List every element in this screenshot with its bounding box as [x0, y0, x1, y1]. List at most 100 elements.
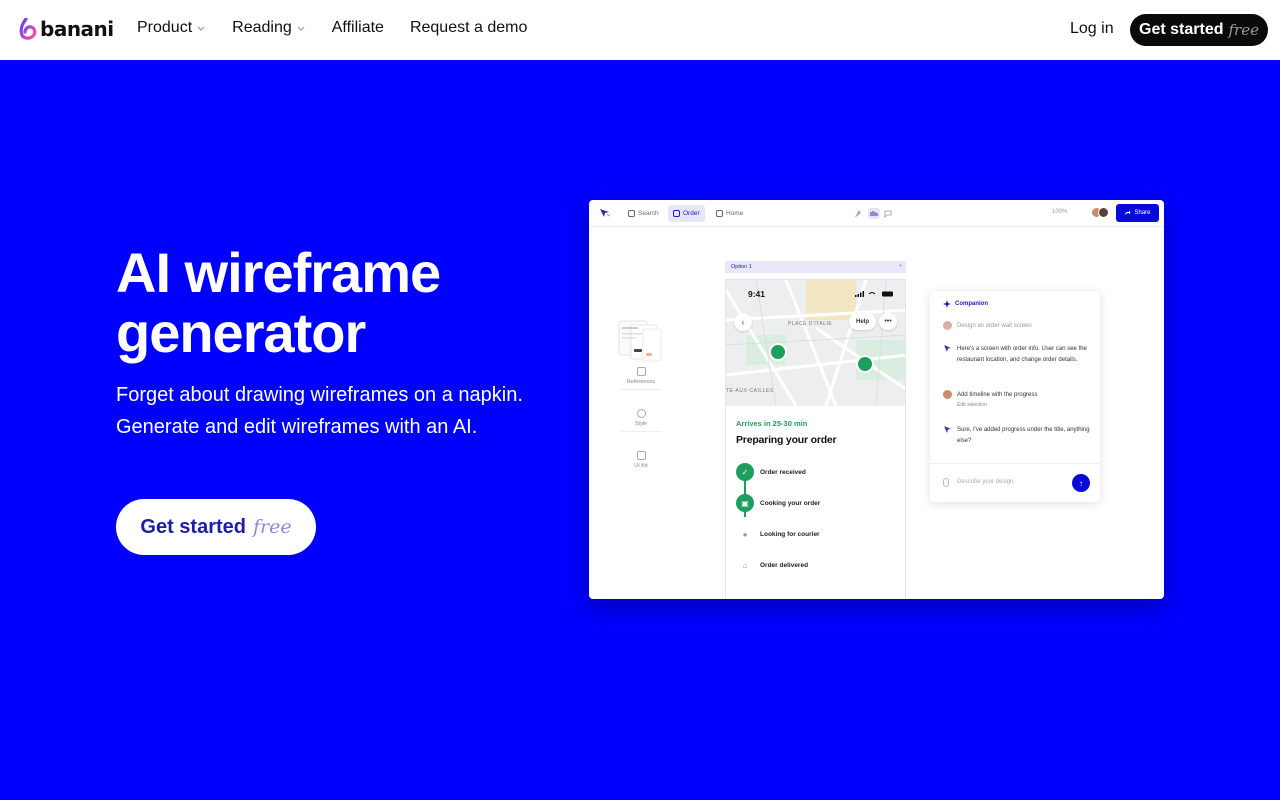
- companion-input: Describe your design ↑: [930, 463, 1100, 502]
- mock-toolbar: Search Order Home 100% Share: [589, 200, 1164, 227]
- product-screenshot: Search Order Home 100% Share References …: [589, 200, 1164, 599]
- get-started-nav-button[interactable]: Get started free: [1130, 14, 1268, 46]
- brand-logo[interactable]: banani: [19, 17, 114, 41]
- nav-product[interactable]: Product: [137, 19, 206, 37]
- home-pin-icon: [769, 343, 787, 361]
- sidebar-label: UI Kit: [634, 463, 648, 469]
- tool-icons: [855, 208, 892, 219]
- nav-affiliate[interactable]: Affiliate: [332, 19, 384, 37]
- avatar: [1098, 207, 1109, 218]
- companion-title: Companion: [955, 301, 988, 307]
- cursor-icon: [600, 209, 611, 217]
- avatars: [1091, 207, 1111, 219]
- ui-kit-icon: [636, 451, 646, 460]
- timeline-step: ✓ Order received: [736, 462, 806, 482]
- divider: [621, 389, 661, 390]
- message-text: Design an order wait screen: [957, 323, 1032, 329]
- palette-icon: [636, 409, 646, 418]
- get-started-label: Get started: [1139, 21, 1224, 38]
- sparkle-icon: [943, 300, 951, 308]
- nav-affiliate-label: Affiliate: [331, 19, 384, 36]
- message-sub: Edit selection: [957, 401, 987, 408]
- mock-tab-home: Home: [711, 205, 748, 222]
- timeline-step: ▣ Cooking your order: [736, 493, 820, 513]
- nav-product-label: Product: [137, 19, 193, 36]
- sparkle-icon: [855, 210, 861, 217]
- phone-frame: 9:41 ‹ Help ••• PLACE D'ITALIE TE-AUX-CA…: [725, 279, 906, 599]
- sidebar-references: References: [611, 367, 671, 385]
- hero-title: AI wireframe generator: [116, 241, 441, 364]
- step-label: Cooking your order: [760, 499, 821, 507]
- status-time: 9:41: [748, 289, 766, 299]
- mock-share-button: Share: [1116, 204, 1159, 222]
- top-nav: banani Product Reading Affiliate Request…: [0, 0, 1280, 60]
- step-label: Looking for courier: [760, 530, 820, 538]
- step-label: Order received: [760, 468, 806, 476]
- message-text: Add timeline with the progress Edit sele…: [957, 390, 1037, 409]
- frame-icon: [716, 210, 723, 217]
- ai-cursor-icon: [944, 426, 951, 433]
- message-text: Here's a screen with order info. User ca…: [957, 346, 1087, 363]
- ai-cursor-icon: [944, 345, 951, 352]
- avatar: [943, 321, 952, 330]
- mock-zoom: 100%: [1052, 209, 1068, 215]
- cooking-icon: ▣: [736, 494, 754, 512]
- status-bar-icons: [855, 291, 893, 297]
- more-icon: •••: [879, 313, 897, 330]
- mock-tab-search: Search: [623, 205, 664, 222]
- share-label: Share: [1134, 210, 1151, 216]
- free-accent: free: [252, 516, 292, 538]
- sidebar-label: References: [626, 379, 656, 385]
- sidebar-style: Style: [611, 409, 671, 427]
- nav-links: Product Reading Affiliate Request a demo: [137, 19, 553, 37]
- get-started-label: Get started: [140, 515, 246, 538]
- nav-request-demo-label: Request a demo: [409, 19, 528, 36]
- nav-request-demo[interactable]: Request a demo: [410, 19, 527, 37]
- nav-reading[interactable]: Reading: [232, 19, 306, 37]
- sidebar-label: Style: [634, 421, 648, 427]
- companion-header: Companion: [943, 300, 988, 308]
- hero-subtitle: Forget about drawing wireframes on a nap…: [116, 384, 523, 438]
- restaurant-pin-icon: [856, 355, 874, 373]
- comment-icon: [884, 210, 892, 218]
- plus-icon: +: [898, 263, 902, 269]
- mock-tab-label: Search: [638, 210, 659, 217]
- chevron-down-icon: [297, 26, 305, 31]
- divider: [621, 431, 661, 432]
- frame-icon: [673, 210, 680, 217]
- references-icon: [636, 367, 646, 376]
- house-icon: ⌂: [742, 560, 748, 570]
- sidebar-ui-kit: UI Kit: [611, 451, 671, 469]
- message-body: Add timeline with the progress: [957, 392, 1038, 398]
- chevron-down-icon: [197, 26, 205, 31]
- help-button: Help: [849, 313, 876, 330]
- check-icon: ✓: [736, 463, 754, 481]
- companion-panel: Companion Design an order wait screen He…: [930, 291, 1100, 502]
- brand-name: banani: [40, 17, 114, 41]
- timeline-step: ⌂ Order delivered: [736, 555, 808, 575]
- share-icon: [1125, 210, 1131, 215]
- mock-tab-label: Order: [683, 210, 700, 217]
- message-text: Sure, I've added progress under the titl…: [957, 427, 1090, 444]
- step-label: Order delivered: [760, 561, 809, 569]
- chat-message: Design an order wait screen: [943, 321, 1093, 332]
- chat-message: Sure, I've added progress under the titl…: [943, 425, 1093, 446]
- companion-placeholder: Describe your design: [957, 479, 1014, 485]
- frame-icon: [628, 210, 635, 217]
- get-started-hero-button[interactable]: Get started free: [116, 499, 316, 555]
- timeline-step: ● Looking for courier: [736, 524, 820, 544]
- order-eta: Arrives in 25-30 min: [736, 419, 808, 428]
- paperclip-icon: [943, 478, 949, 487]
- free-accent: free: [1228, 21, 1259, 39]
- avatar: [943, 390, 952, 399]
- option-label-text: Option 1: [731, 264, 752, 270]
- banani-logo-icon: [19, 18, 37, 40]
- chat-message: Here's a screen with order info. User ca…: [943, 344, 1093, 365]
- courier-icon: ●: [742, 529, 748, 539]
- mock-tab-label: Home: [726, 210, 744, 217]
- back-chevron-icon: ‹: [734, 313, 752, 331]
- references-thumbnail: [618, 320, 662, 362]
- send-arrow-icon: ↑: [1072, 474, 1090, 492]
- login-link[interactable]: Log in: [1070, 20, 1114, 38]
- street-label: PLACE D'ITALIE: [788, 321, 833, 327]
